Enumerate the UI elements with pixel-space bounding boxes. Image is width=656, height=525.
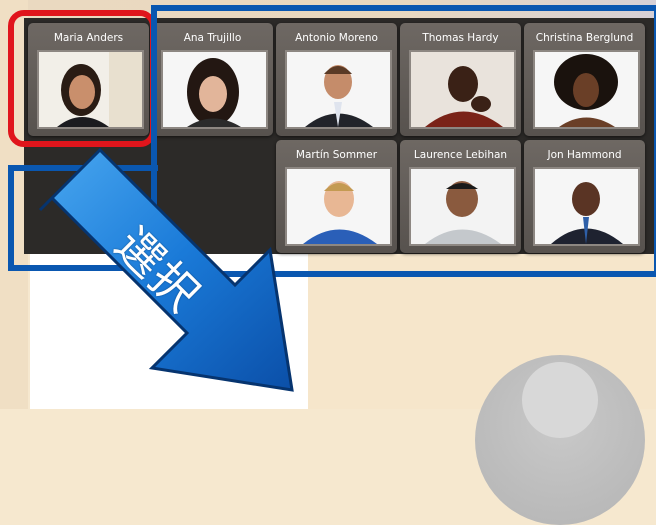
selected-item-highlight [8, 10, 156, 147]
placeholder-avatar-head [522, 362, 598, 438]
